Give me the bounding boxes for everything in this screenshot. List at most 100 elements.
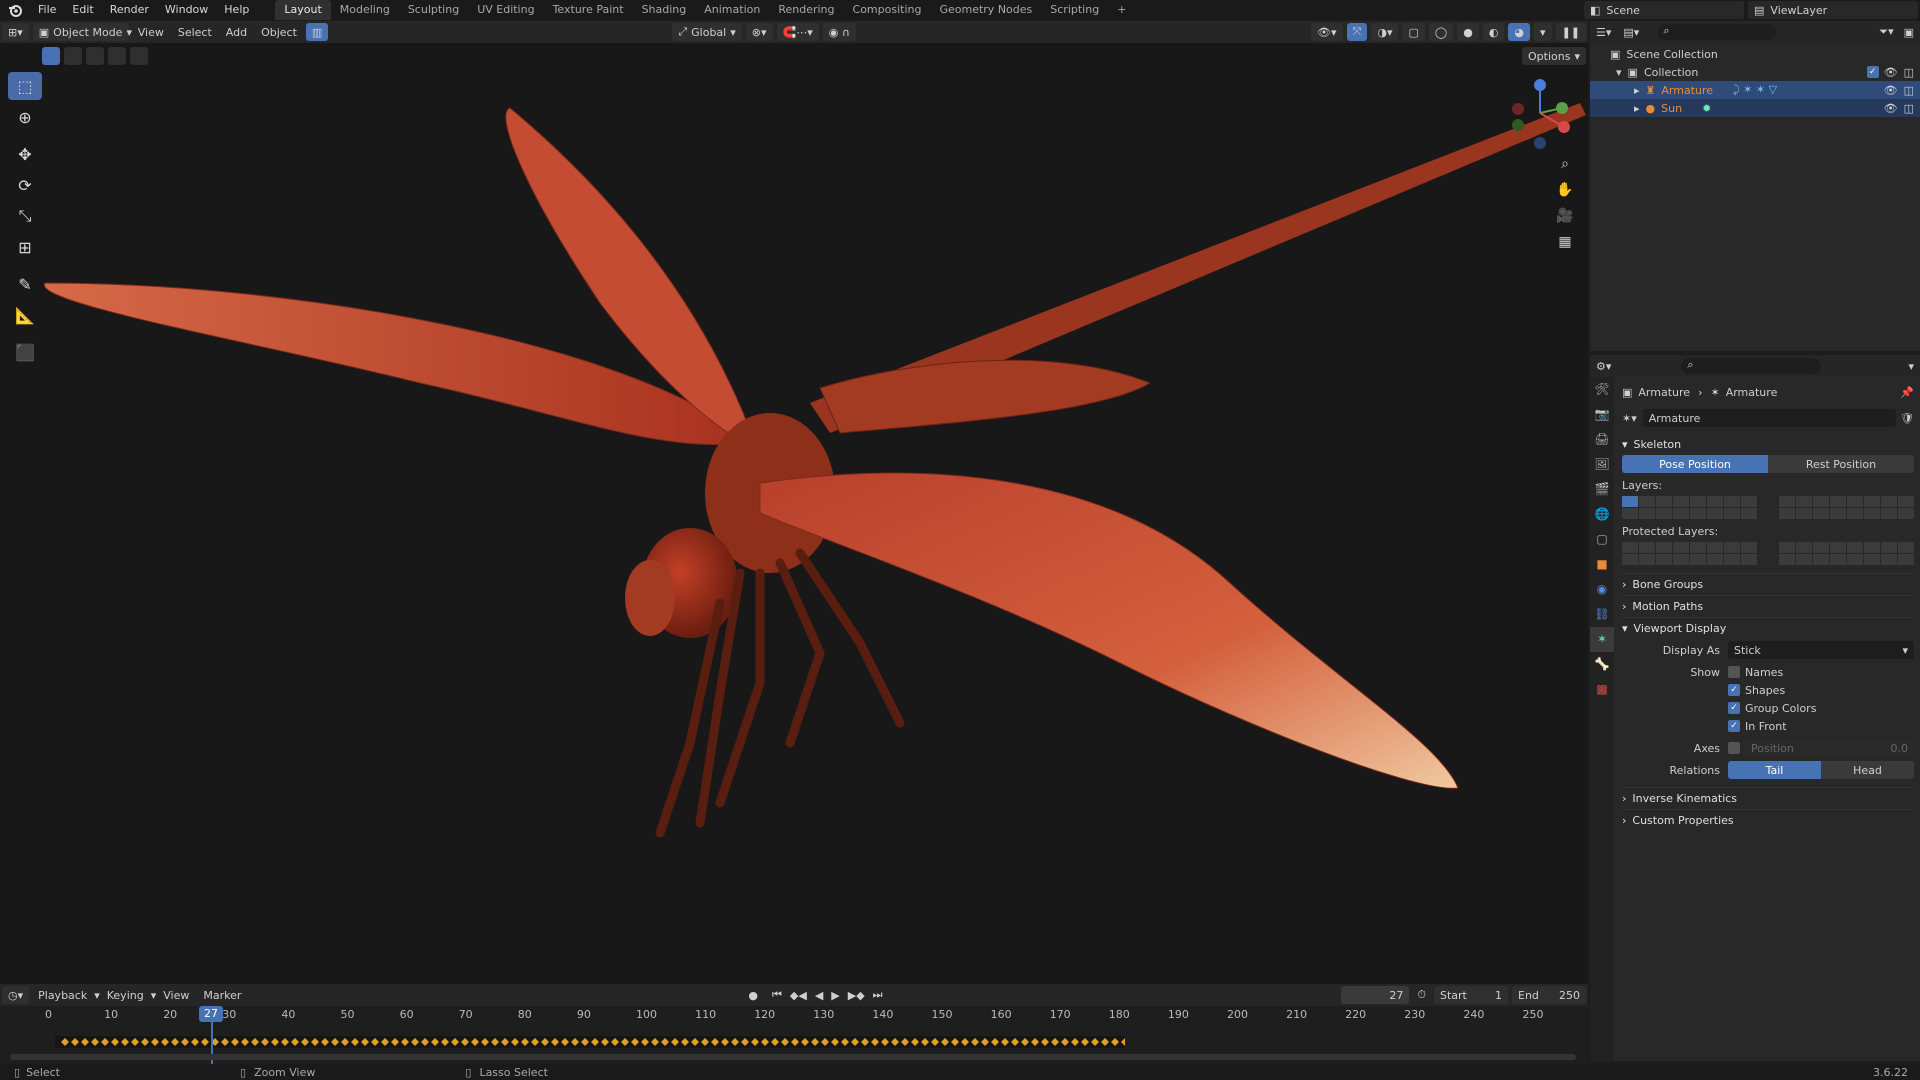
outliner-scene-collection[interactable]: ▣ Scene Collection (1590, 45, 1920, 63)
keyframe-icon[interactable] (421, 1038, 429, 1046)
menu-render[interactable]: Render (102, 0, 157, 20)
keyframe-icon[interactable] (621, 1038, 629, 1046)
menu-help[interactable]: Help (216, 0, 257, 20)
pin-icon[interactable]: 📌 (1900, 386, 1914, 399)
transform-tool-icon[interactable]: ⊞ (8, 233, 42, 261)
layers-grid[interactable] (1622, 496, 1914, 519)
keyframe-icon[interactable] (81, 1038, 89, 1046)
outliner-item-armature[interactable]: ▸ ♜ Armature ⤸ ✶ ✶ ▽ 👁 ◫ (1590, 81, 1920, 99)
keyframe-icon[interactable] (381, 1038, 389, 1046)
menu-view[interactable]: View (156, 989, 196, 1002)
keyframe-icon[interactable] (161, 1038, 169, 1046)
x-axis-icon[interactable] (1558, 121, 1570, 133)
visibility-button[interactable]: 👁▾ (1311, 23, 1343, 41)
datablock-selector[interactable]: ✶▾ Armature 🛡 (1622, 409, 1914, 427)
keyframe-icon[interactable] (481, 1038, 489, 1046)
keyframe-icon[interactable] (551, 1038, 559, 1046)
keyframe-icon[interactable] (491, 1038, 499, 1046)
play-icon[interactable]: ▶ (831, 989, 839, 1002)
keyframe-icon[interactable] (321, 1038, 329, 1046)
keyframe-icon[interactable] (121, 1038, 129, 1046)
menu-view[interactable]: View (131, 26, 171, 39)
keyframe-icon[interactable] (991, 1038, 999, 1046)
keyframe-icon[interactable] (111, 1038, 119, 1046)
keyframe-icon[interactable] (821, 1038, 829, 1046)
bone-tab-icon[interactable]: 🦴 (1590, 652, 1614, 677)
chevron-down-icon[interactable]: ▾ (1908, 360, 1914, 373)
workspace-tab-rendering[interactable]: Rendering (769, 0, 843, 20)
move-tool-icon[interactable]: ✥ (8, 140, 42, 168)
shading-material-button[interactable]: ◐ (1482, 23, 1505, 41)
display-mode-icon[interactable]: ▤▾ (1623, 26, 1639, 39)
keyframe-icon[interactable] (151, 1038, 159, 1046)
keyframe-icon[interactable] (171, 1038, 179, 1046)
playhead-marker[interactable]: 27 (199, 1006, 223, 1022)
object-constraint-button[interactable]: ▥ (305, 23, 329, 41)
keyframe-icon[interactable] (511, 1038, 519, 1046)
keyframe-icon[interactable] (761, 1038, 769, 1046)
keyframe-icon[interactable] (1031, 1038, 1039, 1046)
workspace-tab-animation[interactable]: Animation (695, 0, 769, 20)
workspace-tab-shading[interactable]: Shading (633, 0, 696, 20)
keyframe-icon[interactable] (191, 1038, 199, 1046)
custom-properties-panel-header[interactable]: › Custom Properties (1622, 809, 1914, 831)
menu-playback[interactable]: Playback (31, 989, 94, 1002)
axes-position-field[interactable]: Position 0.0 (1745, 739, 1914, 757)
keyframe-icon[interactable] (781, 1038, 789, 1046)
tool-tab-icon[interactable]: 🛠 (1590, 377, 1614, 402)
menu-file[interactable]: File (30, 0, 64, 20)
pan-hand-icon[interactable]: ✋ (1552, 177, 1578, 203)
cursor-tool-icon[interactable]: ⊕ (8, 103, 42, 131)
keyframe-icon[interactable] (351, 1038, 359, 1046)
names-checkbox[interactable] (1728, 666, 1740, 678)
keyframe-icon[interactable] (901, 1038, 909, 1046)
keyframe-icon[interactable] (651, 1038, 659, 1046)
prev-keyframe-icon[interactable]: ◆◀ (790, 989, 807, 1002)
3d-viewport[interactable]: Options ▾ ⌕ ✋ 🎥 ▦ (0, 43, 1588, 984)
add-cube-tool-icon[interactable]: ⬛ (8, 338, 42, 366)
workspace-tab-geometry-nodes[interactable]: Geometry Nodes (930, 0, 1041, 20)
pause-render-button[interactable]: ❚❚ (1555, 23, 1586, 41)
keyframe-icon[interactable] (861, 1038, 869, 1046)
protected-layers-grid[interactable] (1622, 542, 1914, 565)
keyframe-icon[interactable] (1071, 1038, 1079, 1046)
keyframe-icon[interactable] (631, 1038, 639, 1046)
neg-x-axis-icon[interactable] (1512, 103, 1524, 115)
workspace-tab-sculpting[interactable]: Sculpting (399, 0, 468, 20)
keyframe-icon[interactable] (361, 1038, 369, 1046)
keyframe-icon[interactable] (1001, 1038, 1009, 1046)
keyframe-icon[interactable] (721, 1038, 729, 1046)
select-box-tool-icon[interactable]: ⬚ (8, 72, 42, 100)
keyframe-icon[interactable] (881, 1038, 889, 1046)
chevron-right-icon[interactable]: ▸ (1634, 84, 1640, 97)
menu-edit[interactable]: Edit (64, 0, 101, 20)
keyframe-icon[interactable] (501, 1038, 509, 1046)
world-tab-icon[interactable]: 🌐 (1590, 502, 1614, 527)
output-tab-icon[interactable]: 🖨 (1590, 427, 1614, 452)
neg-y-axis-icon[interactable] (1512, 119, 1524, 131)
blender-logo-icon[interactable] (0, 3, 30, 17)
keyframe-icon[interactable] (671, 1038, 679, 1046)
keyframe-icon[interactable] (891, 1038, 899, 1046)
keyframe-icon[interactable] (1051, 1038, 1059, 1046)
keyframe-icon[interactable] (1121, 1038, 1129, 1046)
keyframe-icon[interactable] (1101, 1038, 1109, 1046)
pivot-button[interactable]: ⊗▾ (745, 23, 773, 41)
in-front-checkbox[interactable]: ✓ (1728, 720, 1740, 732)
end-frame-field[interactable]: End 250 (1512, 986, 1586, 1004)
scale-tool-icon[interactable]: ⤡ (8, 202, 42, 230)
chevron-right-icon[interactable]: ▸ (1634, 102, 1640, 115)
y-axis-icon[interactable] (1556, 102, 1568, 114)
keyframe-icon[interactable] (61, 1038, 69, 1046)
keyframe-icon[interactable] (221, 1038, 229, 1046)
eye-icon[interactable]: 👁 (1884, 66, 1898, 79)
measure-tool-icon[interactable]: 📐 (8, 301, 42, 329)
keyframe-icon[interactable] (531, 1038, 539, 1046)
sun-data-icon[interactable]: ✹ (1702, 102, 1711, 115)
keyframe-icon[interactable] (831, 1038, 839, 1046)
keyframe-icon[interactable] (261, 1038, 269, 1046)
exclude-checkbox[interactable]: ✓ (1866, 66, 1879, 78)
keyframe-icon[interactable] (181, 1038, 189, 1046)
rest-position-button[interactable]: Rest Position (1768, 455, 1914, 473)
keyframe-icon[interactable] (731, 1038, 739, 1046)
